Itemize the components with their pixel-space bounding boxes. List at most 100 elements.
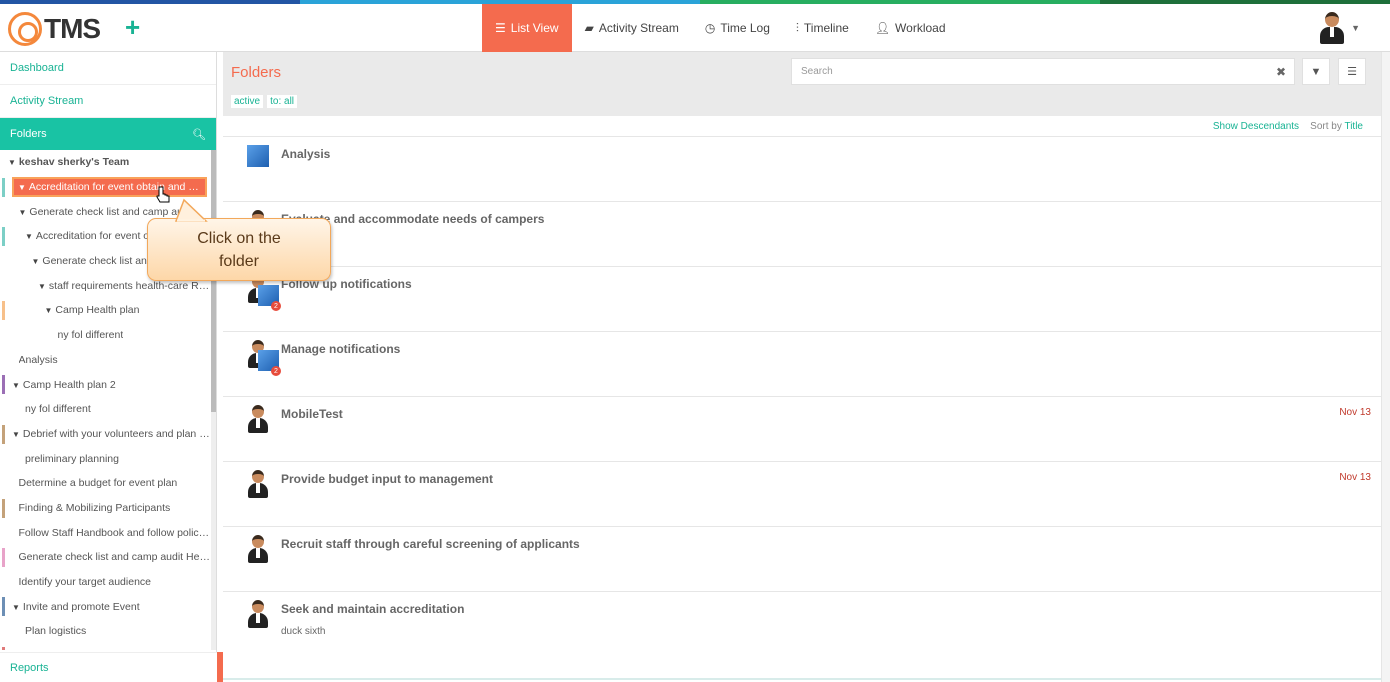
folder-tree-item[interactable]: ▼ Camp Health plan	[0, 298, 210, 323]
folder-tree-item[interactable]: ▼ Invite and promote Event	[0, 594, 210, 619]
page-scrollbar[interactable]	[1381, 52, 1390, 682]
nav-time-log[interactable]: ◷ Time Log	[692, 4, 783, 52]
folder-color-bar	[2, 597, 5, 617]
folder-tree-item[interactable]: ▼Accreditation for event obtain and main…	[0, 175, 210, 200]
item-title[interactable]: Seek and maintain accreditation	[281, 602, 464, 616]
folder-tree-item[interactable]: ny fol different	[0, 397, 210, 422]
list-item[interactable]: Provide budget input to management Nov 13	[223, 461, 1381, 526]
folder-label: Finding & Mobilizing Participants	[18, 501, 171, 514]
search-placeholder: Search	[801, 66, 833, 77]
filter-tag-active[interactable]: active	[231, 95, 264, 108]
expand-triangle-icon[interactable]: ▼	[12, 381, 20, 390]
nav-label: Workload	[895, 21, 946, 35]
list-item[interactable]: Seek and maintain accreditation duck sixt…	[223, 591, 1381, 656]
count-badge: 2	[271, 301, 281, 311]
folder-label: Plan logistics	[25, 625, 87, 638]
comment-icon: ▰	[584, 21, 594, 35]
nav-workload[interactable]: 👤︎ Workload	[862, 4, 959, 52]
filter-icon: ▼	[1310, 65, 1322, 78]
menu-button[interactable]: ☰	[1338, 58, 1366, 85]
close-icon[interactable]: ✖	[1276, 65, 1286, 79]
folders-header[interactable]: Folders 🔍︎	[0, 118, 216, 150]
team-node[interactable]: ▼ keshav sherky's Team	[0, 150, 210, 175]
menu-icon: ☰	[1347, 66, 1357, 78]
show-descendants-link[interactable]: Show Descendants	[1213, 121, 1299, 132]
folder-label-box: ▼ Camp Health plan	[45, 304, 140, 316]
folder-color-bar	[2, 498, 5, 518]
list-item[interactable]: Analysis	[223, 136, 1381, 201]
filter-tag-to[interactable]: to: all	[267, 95, 298, 108]
item-title[interactable]: Analysis	[281, 147, 330, 161]
sort-bar: Show Descendants Sort by Title	[1213, 121, 1363, 132]
avatar	[247, 535, 269, 563]
folder-tree-item[interactable]: Determine a budget for event plan	[0, 471, 210, 496]
expand-triangle-icon[interactable]: ▼	[25, 232, 33, 241]
list-item[interactable]: 2 Follow up notifications	[223, 266, 1381, 331]
sidebar: Dashboard Activity Stream Folders 🔍︎ ▼ ke…	[0, 52, 217, 682]
expand-triangle-icon[interactable]: ▼	[38, 282, 46, 291]
expand-triangle-icon[interactable]: ▼	[12, 430, 20, 439]
nav-timeline[interactable]: ⫶ Timeline	[783, 4, 862, 52]
folder-tree-item[interactable]: ny fol different	[0, 323, 210, 348]
sort-by-label: Sort by	[1310, 121, 1342, 132]
folder-tree-item[interactable]: Generate check list and camp audit Healt…	[0, 545, 210, 570]
folder-tree-item[interactable]: Finding & Mobilizing Participants	[0, 496, 210, 521]
expand-triangle-icon[interactable]: ▼	[32, 257, 40, 266]
expand-triangle-icon[interactable]: ▼	[45, 306, 53, 315]
item-icon	[247, 145, 269, 167]
nav-activity-stream[interactable]: ▰ Activity Stream	[572, 4, 692, 52]
folder-label-box: ▼ Debrief with your volunteers and plan n…	[12, 428, 210, 440]
app-logo[interactable]: TMS	[8, 12, 101, 46]
page-title: Folders	[231, 64, 282, 81]
filter-button[interactable]: ▼	[1302, 58, 1330, 85]
folder-label-box: Finding & Mobilizing Participants	[19, 502, 171, 514]
expand-triangle-icon[interactable]: ▼	[18, 183, 26, 192]
folder-label-box: Plan logistics	[25, 625, 86, 637]
item-title[interactable]: MobileTest	[281, 407, 343, 421]
scrollbar-thumb[interactable]	[211, 150, 216, 412]
nav-list-view[interactable]: ☰ List View	[482, 4, 572, 52]
sidebar-item-reports[interactable]: Reports	[0, 652, 217, 682]
folder-tree-item[interactable]: Identify your target audience	[0, 570, 210, 595]
folder-label-box: ny fol different	[25, 403, 91, 415]
search-icon[interactable]: 🔍︎	[192, 128, 206, 141]
add-button[interactable]: +	[125, 14, 140, 40]
expand-triangle-icon[interactable]: ▼	[12, 603, 20, 612]
folder-tree-item[interactable]: Follow Staff Handbook and follow policie…	[0, 520, 211, 545]
folder-label-box: Determine a budget for event plan	[19, 477, 178, 489]
folder-label: ny fol different	[25, 403, 91, 416]
sidebar-item-activity-stream[interactable]: Activity Stream	[0, 85, 216, 118]
sidebar-item-dashboard[interactable]: Dashboard	[0, 52, 216, 85]
sort-field-link[interactable]: Title	[1344, 121, 1363, 132]
avatar	[247, 600, 269, 628]
nav-label: List View	[510, 21, 559, 35]
folder-label-box: preliminary planning	[25, 453, 119, 465]
list-item[interactable]: MobileTest Nov 13	[223, 396, 1381, 461]
folder-color-bar	[2, 375, 5, 395]
item-date: Nov 13	[1339, 472, 1371, 483]
folder-label-box: ▼ Camp Health plan 2	[12, 379, 116, 391]
expand-triangle-icon[interactable]: ▼	[8, 158, 16, 167]
folder-label: Debrief with your volunteers and plan ne…	[22, 427, 210, 440]
list-item[interactable]: Recruit staff through careful screening …	[223, 526, 1381, 591]
expand-triangle-icon[interactable]: ▼	[19, 208, 27, 217]
folder-tree-item[interactable]: Plan logistics	[0, 619, 210, 644]
list-item[interactable]: 2 Manage notifications	[223, 331, 1381, 396]
folder-tree-item[interactable]: ▼ Camp Health plan 2	[0, 372, 210, 397]
folder-label-box: Follow Staff Handbook and follow policie…	[19, 527, 211, 539]
folder-label: Camp Health plan	[55, 304, 140, 317]
user-menu[interactable]: ▼	[1319, 12, 1360, 44]
folder-color-bar	[2, 301, 5, 321]
gear-logo-icon	[8, 12, 42, 46]
avatar	[247, 405, 269, 433]
folder-tree-item[interactable]: Medical Consultation & Medical services	[0, 644, 210, 650]
folders-label: Folders	[10, 128, 47, 140]
folder-tree-item[interactable]: ▼ Debrief with your volunteers and plan n…	[0, 422, 210, 447]
list-item[interactable]: Evaluate and accommodate needs of camper…	[223, 201, 1381, 266]
folder-tree-item[interactable]: Analysis	[0, 348, 210, 373]
item-title[interactable]: Provide budget input to management	[281, 472, 493, 486]
item-title[interactable]: Recruit staff through careful screening …	[281, 537, 580, 551]
folder-tree-item[interactable]: preliminary planning	[0, 446, 210, 471]
search-input[interactable]: Search ✖	[791, 58, 1295, 85]
item-title[interactable]: Manage notifications	[281, 342, 400, 356]
